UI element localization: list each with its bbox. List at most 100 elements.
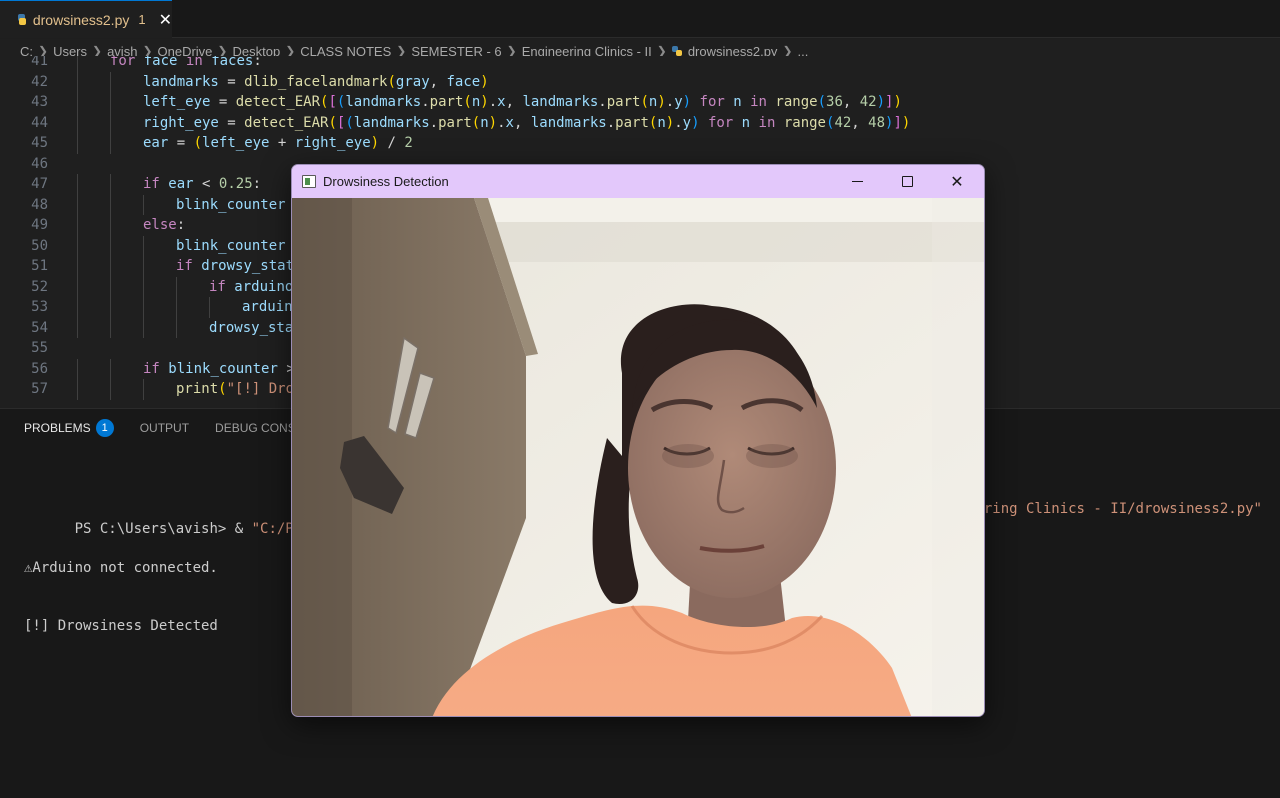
window-close-button[interactable]: ✕ bbox=[932, 165, 982, 198]
python-file-icon bbox=[18, 14, 26, 25]
code-line: 44 right_eye = detect_EAR([(landmarks.par… bbox=[0, 112, 1280, 133]
minimize-icon bbox=[851, 181, 863, 182]
tab-output-label: OUTPUT bbox=[139, 421, 190, 435]
indent-guide bbox=[143, 297, 144, 318]
indent-guide bbox=[143, 317, 144, 338]
indent-guide bbox=[143, 194, 144, 215]
indent-guide bbox=[143, 235, 144, 256]
line-number: 54 bbox=[31, 319, 48, 336]
indent-guide bbox=[77, 297, 78, 318]
line-number: 47 bbox=[31, 176, 48, 192]
window-title: Drowsiness Detection bbox=[323, 174, 449, 189]
line-number: 56 bbox=[31, 360, 48, 377]
indent-guide bbox=[209, 297, 210, 318]
line-number: 42 bbox=[31, 73, 48, 90]
code-text: if blink_counter > bbox=[143, 360, 295, 377]
code-text: else: bbox=[143, 217, 186, 233]
maximize-button[interactable] bbox=[882, 165, 932, 198]
line-number: 51 bbox=[31, 258, 48, 274]
line-number: 55 bbox=[31, 340, 48, 356]
code-line: 41 for face in faces: bbox=[0, 56, 1280, 72]
code-text: if ear < 0.25: bbox=[143, 176, 262, 192]
code-text: blink_counter bbox=[176, 237, 286, 254]
indent-guide bbox=[176, 276, 177, 297]
line-number: 43 bbox=[31, 94, 48, 110]
indent-guide bbox=[77, 317, 78, 338]
indent-guide bbox=[176, 317, 177, 338]
code-line: 43 left_eye = detect_EAR([(landmarks.part… bbox=[0, 92, 1280, 113]
indent-guide bbox=[110, 92, 111, 113]
indent-guide bbox=[110, 112, 111, 133]
indent-guide bbox=[143, 256, 144, 277]
code-line: 42 landmarks = dlib_facelandmark(gray, fa… bbox=[0, 71, 1280, 92]
line-number: 44 bbox=[31, 114, 48, 131]
code-text: ear = (left_eye + right_eye) / 2 bbox=[143, 135, 413, 151]
line-number: 48 bbox=[31, 196, 48, 213]
code-text: landmarks = dlib_facelandmark(gray, face… bbox=[143, 73, 489, 90]
indent-guide bbox=[77, 133, 78, 154]
problems-count-badge: 1 bbox=[95, 419, 114, 437]
indent-guide bbox=[77, 379, 78, 400]
tab-problems[interactable]: PROBLEMS 1 bbox=[24, 419, 114, 437]
app-window-icon bbox=[302, 175, 316, 188]
webcam-feed bbox=[292, 198, 984, 716]
indent-guide bbox=[77, 215, 78, 236]
minimize-button[interactable] bbox=[832, 165, 882, 198]
indent-guide bbox=[110, 71, 111, 92]
code-text: blink_counter bbox=[176, 196, 286, 213]
indent-guide bbox=[143, 379, 144, 400]
code-text: right_eye = detect_EAR([(landmarks.part(… bbox=[143, 114, 911, 131]
indent-guide bbox=[110, 235, 111, 256]
indent-guide bbox=[77, 56, 78, 72]
indent-guide bbox=[110, 358, 111, 379]
code-text: drowsy_sta bbox=[209, 319, 294, 336]
indent-guide bbox=[77, 276, 78, 297]
code-text: if arduino bbox=[209, 278, 294, 295]
indent-guide bbox=[143, 276, 144, 297]
close-icon[interactable]: ✕ bbox=[159, 10, 172, 29]
python-file-icon bbox=[671, 46, 682, 56]
close-icon: ✕ bbox=[950, 172, 964, 191]
indent-guide bbox=[110, 379, 111, 400]
indent-guide bbox=[110, 194, 111, 215]
indent-guide bbox=[110, 133, 111, 154]
code-line: 45 ear = (left_eye + right_eye) / 2 bbox=[0, 133, 1280, 154]
code-text: arduin bbox=[242, 299, 293, 315]
indent-guide bbox=[110, 276, 111, 297]
indent-guide bbox=[77, 194, 78, 215]
window-titlebar[interactable]: Drowsiness Detection ✕ bbox=[292, 165, 984, 198]
indent-guide bbox=[110, 297, 111, 318]
code-text: print("[!] Dro bbox=[176, 381, 295, 397]
line-number: 49 bbox=[31, 217, 48, 233]
tab-problems-label: PROBLEMS bbox=[24, 421, 91, 435]
tab-drowsiness2[interactable]: drowsiness2.py 1 ✕ bbox=[0, 0, 172, 38]
indent-guide bbox=[110, 317, 111, 338]
line-number: 41 bbox=[31, 56, 48, 69]
line-number: 57 bbox=[31, 381, 48, 397]
terminal-command-tail: eering Clinics - II/drowsiness2.py" bbox=[966, 501, 1262, 517]
problem-count-badge: 1 bbox=[138, 12, 146, 27]
indent-guide bbox=[110, 256, 111, 277]
indent-guide bbox=[77, 256, 78, 277]
line-number: 53 bbox=[31, 299, 48, 315]
code-text: left_eye = detect_EAR([(landmarks.part(n… bbox=[143, 94, 902, 110]
indent-guide bbox=[77, 92, 78, 113]
indent-guide bbox=[110, 174, 111, 195]
drowsiness-detection-window[interactable]: Drowsiness Detection ✕ bbox=[291, 164, 985, 717]
code-text: if drowsy_stat bbox=[176, 258, 295, 274]
indent-guide bbox=[110, 215, 111, 236]
indent-guide bbox=[77, 71, 78, 92]
indent-guide bbox=[77, 235, 78, 256]
indent-guide bbox=[77, 174, 78, 195]
terminal-prompt: PS C:\Users\avish> & bbox=[74, 520, 252, 537]
webcam-frame-image bbox=[292, 198, 984, 716]
indent-guide bbox=[176, 297, 177, 318]
indent-guide bbox=[77, 112, 78, 133]
code-text: for face in faces: bbox=[110, 56, 262, 69]
tab-output[interactable]: OUTPUT bbox=[140, 421, 189, 435]
maximize-icon bbox=[901, 176, 913, 187]
line-number: 45 bbox=[31, 135, 48, 151]
line-number: 52 bbox=[31, 278, 48, 295]
tab-filename: drowsiness2.py bbox=[32, 11, 130, 28]
indent-guide bbox=[77, 358, 78, 379]
